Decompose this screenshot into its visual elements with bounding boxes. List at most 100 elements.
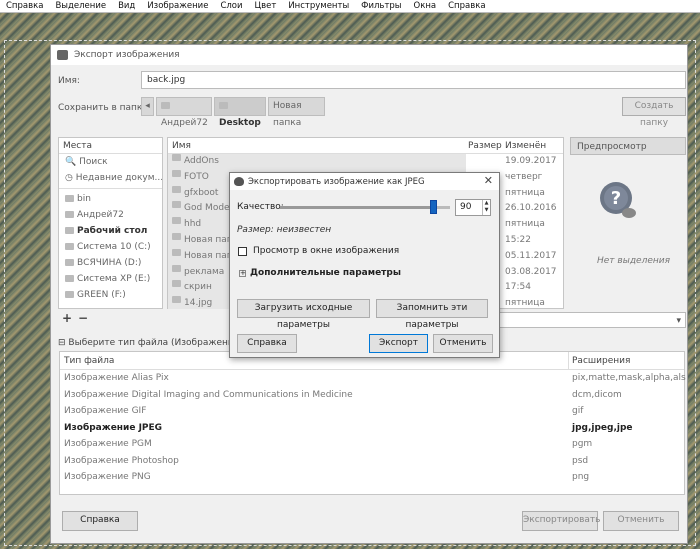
filetype-name: Изображение Photoshop [64, 455, 179, 466]
file-row[interactable]: AddOns 19.09.2017 [168, 154, 563, 170]
collapse-icon: ⊟ [58, 338, 66, 348]
place-drive-c[interactable]: Система 10 (C:) [59, 239, 162, 255]
filetype-ext: dcm,dicom [572, 389, 622, 400]
file-name: 14.jpg [184, 298, 213, 309]
jpeg-export-button[interactable]: Экспорт [369, 334, 428, 353]
no-selection-text: Нет выделения [597, 256, 671, 266]
file-name: реклама [184, 266, 225, 277]
quality-slider[interactable] [280, 206, 450, 209]
col-size-header[interactable]: Размер [468, 138, 502, 154]
place-drive-e[interactable]: Система XP (E:) [59, 271, 162, 287]
preview-checkbox[interactable] [238, 247, 247, 256]
svg-text:?: ? [611, 188, 621, 209]
filetype-ext: pgm [572, 439, 593, 449]
drive-icon [65, 243, 74, 250]
filetype-ext: png [572, 472, 590, 482]
save-in-label: Сохранить в папке [58, 103, 148, 113]
filetype-row[interactable]: Изображение JPEG jpg,jpeg,jpe [60, 420, 684, 437]
filetype-ext: jpg,jpeg,jpe [572, 422, 633, 433]
menu-item[interactable]: Справка [0, 0, 49, 12]
preview-header: Предпросмотр [570, 137, 686, 155]
column-divider [568, 352, 569, 369]
places-panel: Места 🔍 Поиск ◷ Недавние докум... bin Ан… [58, 137, 163, 309]
file-name: AddOns [184, 156, 219, 166]
quality-slider-handle[interactable] [430, 200, 437, 214]
filetype-row[interactable]: Изображение GIF gif [60, 403, 684, 420]
drive-icon [65, 275, 74, 282]
jpeg-cancel-button[interactable]: Отменить [433, 334, 493, 353]
gimp-window-icon [57, 50, 68, 60]
quality-label: Качество: [237, 202, 284, 212]
places-separator [59, 188, 162, 189]
spin-arrows-icon[interactable]: ▲ ▼ [482, 200, 490, 215]
export-button[interactable]: Экспортировать [522, 511, 600, 531]
file-date: пятница [505, 219, 545, 230]
drive-icon [65, 291, 74, 298]
add-bookmark-icon[interactable]: + [62, 311, 72, 325]
remove-bookmark-icon[interactable]: − [78, 311, 88, 325]
preview-checkbox-label[interactable]: Просмотр в окне изображения [253, 246, 399, 256]
place-search[interactable]: 🔍 Поиск [59, 154, 162, 170]
place-drive-f[interactable]: GREEN (F:) [59, 287, 162, 303]
close-icon[interactable]: ✕ [484, 174, 493, 187]
file-date: 19.09.2017 [505, 156, 557, 166]
save-defaults-button[interactable]: Запомнить эти параметры [376, 299, 488, 330]
export-dialog-titlebar: Экспорт изображения [51, 45, 687, 65]
filetype-row[interactable]: Изображение Digital Imaging and Communic… [60, 387, 684, 404]
filetype-expander[interactable]: ⊟ Выберите тип файла (Изображение JPE [58, 338, 256, 348]
menu-item[interactable]: Фильтры [355, 0, 407, 12]
expand-icon[interactable]: + [239, 270, 246, 277]
jpeg-help-button[interactable]: Справка [237, 334, 297, 353]
filename-input[interactable]: back.jpg [141, 71, 686, 89]
file-date: 17:54 [505, 282, 531, 293]
filetype-name: Изображение PNG [64, 472, 151, 482]
crumb-desktop[interactable]: Desktop [214, 97, 266, 128]
menu-item[interactable]: Вид [112, 0, 141, 12]
filter-select[interactable]: ▾ [470, 312, 686, 328]
load-defaults-button[interactable]: Загрузить исходные параметры [237, 299, 370, 330]
crumb-new-folder[interactable]: Новая папка [268, 97, 325, 128]
files-header: Имя Размер Изменён [168, 138, 563, 154]
menu-item[interactable]: Изображение [141, 0, 214, 12]
search-icon: 🔍 [65, 157, 77, 167]
col-modified-header[interactable]: Изменён [505, 138, 546, 154]
col-extensions-header[interactable]: Расширения [572, 352, 630, 370]
place-bin[interactable]: bin [59, 191, 162, 207]
export-dialog-title: Экспорт изображения [74, 50, 180, 60]
col-name-header[interactable]: Имя [172, 138, 191, 154]
filetype-row[interactable]: Изображение PNG png [60, 469, 684, 486]
filetype-name: Изображение Alias Pix [64, 373, 169, 383]
quality-value: 90 [460, 202, 472, 212]
jpeg-dialog-title: Экспортировать изображение как JPEG [248, 176, 425, 187]
menu-item[interactable]: Слои [214, 0, 248, 12]
file-date: 03.08.2017 [505, 266, 557, 277]
crumb-andrey72[interactable]: Андрей72 [156, 97, 212, 128]
place-recent[interactable]: ◷ Недавние докум... [59, 170, 162, 186]
menu-item[interactable]: Окна [408, 0, 443, 12]
place-drive-d[interactable]: ВСЯЧИНА (D:) [59, 255, 162, 271]
place-desktop[interactable]: Рабочий стол [59, 223, 162, 239]
col-filetype-header[interactable]: Тип файла [64, 352, 114, 370]
file-date: четверг [505, 171, 543, 182]
crumb-back-button[interactable]: ◂ [141, 97, 154, 116]
filetype-row[interactable]: Изображение Photoshop psd [60, 453, 684, 470]
menu-item[interactable]: Справка [442, 0, 491, 12]
quality-spinbox[interactable]: 90 ▲ ▼ [455, 199, 491, 216]
filetype-name: Изображение JPEG [64, 422, 163, 433]
quality-slider-fill [280, 206, 433, 209]
menu-item[interactable]: Цвет [249, 0, 283, 12]
file-name: скрин [184, 282, 212, 293]
filetype-name: Изображение GIF [64, 406, 147, 416]
menu-item[interactable]: Выделение [49, 0, 112, 12]
folder-icon [65, 195, 74, 202]
menu-item[interactable]: Инструменты [282, 0, 355, 12]
help-button[interactable]: Справка [62, 511, 138, 531]
filetype-row[interactable]: Изображение Alias Pix pix,matte,mask,alph… [60, 370, 686, 387]
filetype-list: Изображение Alias Pix pix,matte,mask,alph… [60, 370, 686, 486]
place-andrey72[interactable]: Андрей72 [59, 207, 162, 223]
folder-icon [161, 102, 170, 109]
cancel-button[interactable]: Отменить [603, 511, 679, 531]
advanced-options-expander[interactable]: Дополнительные параметры [250, 268, 401, 278]
filetype-row[interactable]: Изображение PGM pgm [60, 436, 684, 453]
create-folder-button[interactable]: Создать папку [622, 97, 686, 128]
